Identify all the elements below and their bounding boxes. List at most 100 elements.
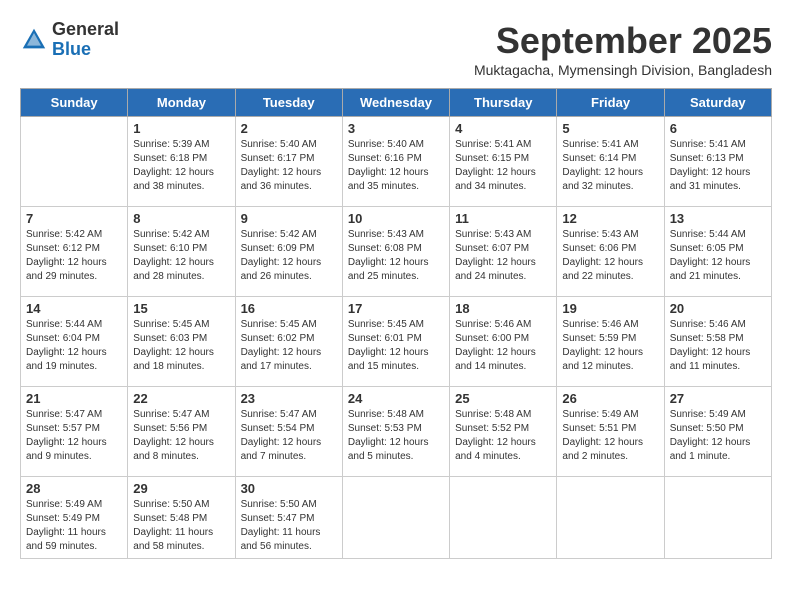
calendar-cell: 20 Sunrise: 5:46 AM Sunset: 5:58 PM Dayli… bbox=[664, 297, 771, 387]
cell-info: Sunrise: 5:50 AM Sunset: 5:47 PM Dayligh… bbox=[241, 498, 337, 554]
logo-blue: Blue bbox=[52, 39, 91, 59]
weekday-header: Tuesday bbox=[235, 89, 342, 117]
cell-info: Sunrise: 5:40 AM Sunset: 6:17 PM Dayligh… bbox=[241, 138, 337, 194]
cell-info: Sunrise: 5:46 AM Sunset: 6:00 PM Dayligh… bbox=[455, 318, 551, 374]
calendar-cell: 17 Sunrise: 5:45 AM Sunset: 6:01 PM Dayli… bbox=[342, 297, 449, 387]
calendar-cell: 3Sunrise: 5:40 AM Sunset: 6:16 PM Daylig… bbox=[342, 117, 449, 207]
logo-general: General bbox=[52, 19, 119, 39]
cell-info: Sunrise: 5:44 AM Sunset: 6:04 PM Dayligh… bbox=[26, 318, 122, 374]
calendar-cell: 9 Sunrise: 5:42 AM Sunset: 6:09 PM Daylig… bbox=[235, 207, 342, 297]
calendar-cell: 8 Sunrise: 5:42 AM Sunset: 6:10 PM Daylig… bbox=[128, 207, 235, 297]
day-number: 27 bbox=[670, 391, 766, 406]
calendar-cell bbox=[342, 477, 449, 559]
cell-info: Sunrise: 5:47 AM Sunset: 5:54 PM Dayligh… bbox=[241, 408, 337, 464]
day-number: 6 bbox=[670, 121, 766, 136]
calendar-cell: 5Sunrise: 5:41 AM Sunset: 6:14 PM Daylig… bbox=[557, 117, 664, 207]
weekday-header: Monday bbox=[128, 89, 235, 117]
weekday-header: Friday bbox=[557, 89, 664, 117]
day-number: 11 bbox=[455, 211, 551, 226]
cell-info: Sunrise: 5:42 AM Sunset: 6:09 PM Dayligh… bbox=[241, 228, 337, 284]
day-number: 4 bbox=[455, 121, 551, 136]
day-number: 30 bbox=[241, 481, 337, 496]
calendar-cell: 15 Sunrise: 5:45 AM Sunset: 6:03 PM Dayli… bbox=[128, 297, 235, 387]
cell-info: Sunrise: 5:45 AM Sunset: 6:03 PM Dayligh… bbox=[133, 318, 229, 374]
day-number: 28 bbox=[26, 481, 122, 496]
logo-icon bbox=[20, 26, 48, 54]
calendar-cell: 25 Sunrise: 5:48 AM Sunset: 5:52 PM Dayli… bbox=[450, 387, 557, 477]
calendar-cell: 19Sunrise: 5:46 AM Sunset: 5:59 PM Dayli… bbox=[557, 297, 664, 387]
calendar-cell: 27Sunrise: 5:49 AM Sunset: 5:50 PM Dayli… bbox=[664, 387, 771, 477]
cell-info: Sunrise: 5:48 AM Sunset: 5:53 PM Dayligh… bbox=[348, 408, 444, 464]
weekday-header: Saturday bbox=[664, 89, 771, 117]
calendar-cell bbox=[21, 117, 128, 207]
calendar-cell: 26Sunrise: 5:49 AM Sunset: 5:51 PM Dayli… bbox=[557, 387, 664, 477]
cell-info: Sunrise: 5:47 AM Sunset: 5:57 PM Dayligh… bbox=[26, 408, 122, 464]
day-number: 7 bbox=[26, 211, 122, 226]
cell-info: Sunrise: 5:49 AM Sunset: 5:49 PM Dayligh… bbox=[26, 498, 122, 554]
cell-info: Sunrise: 5:39 AM Sunset: 6:18 PM Dayligh… bbox=[133, 138, 229, 194]
calendar-cell: 18 Sunrise: 5:46 AM Sunset: 6:00 PM Dayli… bbox=[450, 297, 557, 387]
calendar-cell: 14Sunrise: 5:44 AM Sunset: 6:04 PM Dayli… bbox=[21, 297, 128, 387]
calendar-cell: 4 Sunrise: 5:41 AM Sunset: 6:15 PM Daylig… bbox=[450, 117, 557, 207]
day-number: 22 bbox=[133, 391, 229, 406]
weekday-header: Wednesday bbox=[342, 89, 449, 117]
day-number: 18 bbox=[455, 301, 551, 316]
day-number: 16 bbox=[241, 301, 337, 316]
logo: General Blue bbox=[20, 20, 119, 60]
cell-info: Sunrise: 5:48 AM Sunset: 5:52 PM Dayligh… bbox=[455, 408, 551, 464]
cell-info: Sunrise: 5:44 AM Sunset: 6:05 PM Dayligh… bbox=[670, 228, 766, 284]
cell-info: Sunrise: 5:41 AM Sunset: 6:15 PM Dayligh… bbox=[455, 138, 551, 194]
calendar-cell: 24Sunrise: 5:48 AM Sunset: 5:53 PM Dayli… bbox=[342, 387, 449, 477]
cell-info: Sunrise: 5:47 AM Sunset: 5:56 PM Dayligh… bbox=[133, 408, 229, 464]
location: Muktagacha, Mymensingh Division, Banglad… bbox=[474, 62, 772, 78]
calendar-cell: 16Sunrise: 5:45 AM Sunset: 6:02 PM Dayli… bbox=[235, 297, 342, 387]
cell-info: Sunrise: 5:46 AM Sunset: 5:58 PM Dayligh… bbox=[670, 318, 766, 374]
day-number: 26 bbox=[562, 391, 658, 406]
day-number: 12 bbox=[562, 211, 658, 226]
calendar-cell: 11 Sunrise: 5:43 AM Sunset: 6:07 PM Dayli… bbox=[450, 207, 557, 297]
day-number: 20 bbox=[670, 301, 766, 316]
cell-info: Sunrise: 5:42 AM Sunset: 6:10 PM Dayligh… bbox=[133, 228, 229, 284]
day-number: 29 bbox=[133, 481, 229, 496]
day-number: 21 bbox=[26, 391, 122, 406]
calendar-cell: 23 Sunrise: 5:47 AM Sunset: 5:54 PM Dayli… bbox=[235, 387, 342, 477]
cell-info: Sunrise: 5:41 AM Sunset: 6:13 PM Dayligh… bbox=[670, 138, 766, 194]
calendar-cell bbox=[664, 477, 771, 559]
page-header: General Blue September 2025 Muktagacha, … bbox=[20, 20, 772, 78]
cell-info: Sunrise: 5:43 AM Sunset: 6:06 PM Dayligh… bbox=[562, 228, 658, 284]
day-number: 13 bbox=[670, 211, 766, 226]
calendar-cell: 7 Sunrise: 5:42 AM Sunset: 6:12 PM Daylig… bbox=[21, 207, 128, 297]
day-number: 15 bbox=[133, 301, 229, 316]
calendar-cell: 13 Sunrise: 5:44 AM Sunset: 6:05 PM Dayli… bbox=[664, 207, 771, 297]
cell-info: Sunrise: 5:43 AM Sunset: 6:08 PM Dayligh… bbox=[348, 228, 444, 284]
day-number: 9 bbox=[241, 211, 337, 226]
calendar-cell bbox=[557, 477, 664, 559]
cell-info: Sunrise: 5:42 AM Sunset: 6:12 PM Dayligh… bbox=[26, 228, 122, 284]
calendar-cell: 1 Sunrise: 5:39 AM Sunset: 6:18 PM Daylig… bbox=[128, 117, 235, 207]
cell-info: Sunrise: 5:43 AM Sunset: 6:07 PM Dayligh… bbox=[455, 228, 551, 284]
cell-info: Sunrise: 5:46 AM Sunset: 5:59 PM Dayligh… bbox=[562, 318, 658, 374]
calendar-cell: 12 Sunrise: 5:43 AM Sunset: 6:06 PM Dayli… bbox=[557, 207, 664, 297]
weekday-header: Sunday bbox=[21, 89, 128, 117]
day-number: 23 bbox=[241, 391, 337, 406]
logo-text: General Blue bbox=[52, 20, 119, 60]
calendar-cell: 22 Sunrise: 5:47 AM Sunset: 5:56 PM Dayli… bbox=[128, 387, 235, 477]
calendar-cell: 10 Sunrise: 5:43 AM Sunset: 6:08 PM Dayli… bbox=[342, 207, 449, 297]
calendar-cell: 29 Sunrise: 5:50 AM Sunset: 5:48 PM Dayli… bbox=[128, 477, 235, 559]
calendar-cell: 21 Sunrise: 5:47 AM Sunset: 5:57 PM Dayli… bbox=[21, 387, 128, 477]
month-title: September 2025 bbox=[474, 20, 772, 62]
calendar-cell bbox=[450, 477, 557, 559]
day-number: 8 bbox=[133, 211, 229, 226]
calendar-cell: 6 Sunrise: 5:41 AM Sunset: 6:13 PM Daylig… bbox=[664, 117, 771, 207]
weekday-header: Thursday bbox=[450, 89, 557, 117]
day-number: 17 bbox=[348, 301, 444, 316]
day-number: 1 bbox=[133, 121, 229, 136]
cell-info: Sunrise: 5:50 AM Sunset: 5:48 PM Dayligh… bbox=[133, 498, 229, 554]
calendar-cell: 28 Sunrise: 5:49 AM Sunset: 5:49 PM Dayli… bbox=[21, 477, 128, 559]
cell-info: Sunrise: 5:41 AM Sunset: 6:14 PM Dayligh… bbox=[562, 138, 658, 194]
title-block: September 2025 Muktagacha, Mymensingh Di… bbox=[474, 20, 772, 78]
calendar-cell: 2Sunrise: 5:40 AM Sunset: 6:17 PM Daylig… bbox=[235, 117, 342, 207]
cell-info: Sunrise: 5:45 AM Sunset: 6:01 PM Dayligh… bbox=[348, 318, 444, 374]
day-number: 10 bbox=[348, 211, 444, 226]
day-number: 25 bbox=[455, 391, 551, 406]
